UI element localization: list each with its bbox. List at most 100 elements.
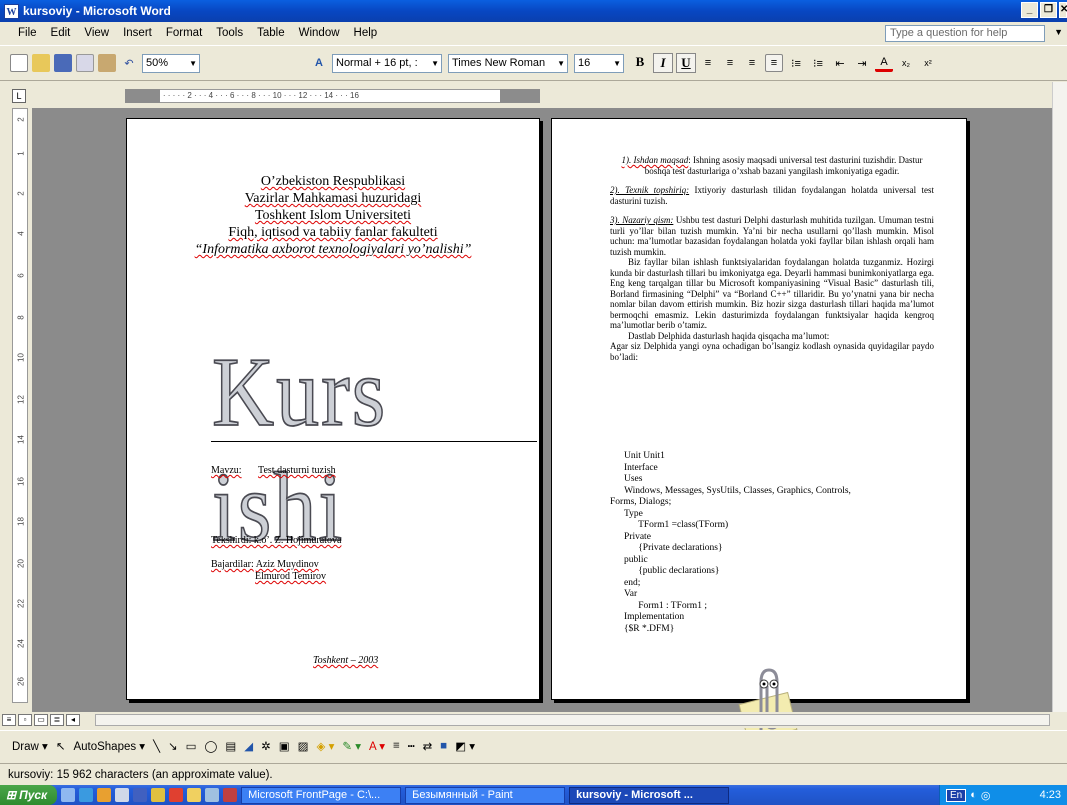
vruler-label: 2 xyxy=(16,191,26,196)
internet-explorer-icon[interactable] xyxy=(79,788,94,802)
font-color-icon[interactable]: A xyxy=(875,54,893,72)
quick-launch-icon[interactable] xyxy=(205,788,220,802)
document-area[interactable]: O’zbekiston Respublikasi Vazirlar Mahkam… xyxy=(32,108,1067,712)
menu-table[interactable]: Table xyxy=(257,27,285,39)
code-line: Implementation xyxy=(624,612,685,622)
undo-icon[interactable]: ↶ xyxy=(120,54,138,72)
menu-insert[interactable]: Insert xyxy=(123,27,152,39)
folder-icon[interactable] xyxy=(187,788,202,802)
frontpage-icon[interactable] xyxy=(133,788,148,802)
language-indicator[interactable]: En xyxy=(946,788,967,802)
quick-launch-icon[interactable] xyxy=(169,788,184,802)
shadow-icon[interactable]: ■ xyxy=(440,740,447,752)
vruler-label: 1 xyxy=(16,151,26,156)
network-icon[interactable]: ◎ xyxy=(981,789,991,802)
ruler-scale[interactable]: 2 · · · 1 · · · · · · 2 · · · 4 · · · 6 … xyxy=(125,89,540,103)
menu-tools[interactable]: Tools xyxy=(216,27,243,39)
arrow-icon[interactable]: ↘ xyxy=(168,739,178,753)
fill-color-icon[interactable]: ◈ ▾ xyxy=(317,739,335,753)
clipart-icon[interactable]: ▣ xyxy=(279,739,290,753)
quick-launch-icon[interactable] xyxy=(151,788,166,802)
dash-style-icon[interactable]: ┅ xyxy=(408,739,415,753)
line-style-icon[interactable]: ≡ xyxy=(393,740,400,752)
picture-icon[interactable]: ▨ xyxy=(298,739,309,753)
menu-file[interactable]: File xyxy=(18,27,37,39)
title-underline xyxy=(211,441,537,442)
rectangle-icon[interactable]: ▭ xyxy=(186,739,197,753)
menu-format[interactable]: Format xyxy=(166,27,202,39)
media-player-icon[interactable] xyxy=(97,788,112,802)
wordart-title[interactable]: Kurs ishi xyxy=(211,334,539,564)
page-1[interactable]: O’zbekiston Respublikasi Vazirlar Mahkam… xyxy=(126,118,540,700)
volume-icon[interactable]: ◐ xyxy=(970,789,977,801)
open-folder-icon[interactable] xyxy=(32,54,50,72)
web-layout-icon[interactable]: ▫ xyxy=(18,714,32,726)
save-icon[interactable] xyxy=(54,54,72,72)
font-size-select[interactable]: 16 ▼ xyxy=(574,53,624,73)
styles-icon[interactable]: A xyxy=(310,54,328,72)
draw-menu-button[interactable]: Draw ▾ xyxy=(12,739,48,753)
line-color-icon[interactable]: ✎ ▾ xyxy=(342,739,361,753)
new-document-icon[interactable] xyxy=(10,54,28,72)
task-frontpage[interactable]: Microsoft FrontPage - C:\... xyxy=(241,786,402,804)
paste-icon[interactable] xyxy=(98,54,116,72)
help-search-input[interactable]: Type a question for help xyxy=(885,25,1045,42)
minimize-button[interactable]: _ xyxy=(1021,2,1038,18)
justify-icon[interactable]: ≡ xyxy=(765,54,783,72)
superscript-icon[interactable]: x² xyxy=(919,54,937,72)
select-objects-icon[interactable]: ↖ xyxy=(56,739,66,753)
decrease-indent-icon[interactable]: ⇤ xyxy=(831,54,849,72)
align-right-icon[interactable]: ≡ xyxy=(743,54,761,72)
align-center-icon[interactable]: ≡ xyxy=(721,54,739,72)
scroll-left-icon[interactable]: ◂ xyxy=(66,714,80,726)
quick-launch-icon[interactable] xyxy=(61,788,76,802)
tab-selector[interactable]: L xyxy=(12,89,26,103)
office-assistant-paperclip-icon[interactable] xyxy=(735,660,801,740)
increase-indent-icon[interactable]: ⇥ xyxy=(853,54,871,72)
page-2[interactable]: 1). Ishdan maqsad: Ishning asosiy maqsad… xyxy=(551,118,967,700)
copy-icon[interactable] xyxy=(76,54,94,72)
restore-button[interactable]: ❐ xyxy=(1040,2,1057,18)
code-line: Private xyxy=(624,531,651,542)
bold-button[interactable]: B xyxy=(630,53,650,73)
horizontal-scrollbar[interactable] xyxy=(95,714,1050,726)
title-bar[interactable]: W kursoviy - Microsoft Word _ ❐ ✕ xyxy=(0,0,1067,22)
zoom-select[interactable]: 50% ▼ xyxy=(142,53,200,73)
menu-help[interactable]: Help xyxy=(354,27,378,39)
diagram-icon[interactable]: ✲ xyxy=(261,739,271,753)
style-select[interactable]: Normal + 16 pt, : ▼ xyxy=(332,53,442,73)
menu-view[interactable]: View xyxy=(84,27,109,39)
wordart-icon[interactable]: ◢ xyxy=(244,739,253,753)
task-paint[interactable]: Безымянный - Paint xyxy=(405,786,566,804)
menu-edit[interactable]: Edit xyxy=(51,27,71,39)
numbering-icon[interactable]: ⁝≡ xyxy=(787,54,805,72)
align-left-icon[interactable]: ≡ xyxy=(699,54,717,72)
quick-launch-icon[interactable] xyxy=(115,788,130,802)
line-icon[interactable]: ╲ xyxy=(153,739,160,753)
italic-button[interactable]: I xyxy=(653,53,673,73)
textbox-icon[interactable]: ▤ xyxy=(225,739,236,753)
bullets-icon[interactable]: ⁝≡ xyxy=(809,54,827,72)
oval-icon[interactable]: ◯ xyxy=(205,739,218,753)
font-select[interactable]: Times New Roman ▼ xyxy=(448,53,568,73)
chevron-down-icon[interactable]: ▼ xyxy=(1054,27,1063,37)
start-button[interactable]: ⊞ Пуск xyxy=(0,785,58,805)
close-button[interactable]: ✕ xyxy=(1059,2,1067,18)
paragraph-goal: 1). Ishdan maqsad: Ishning asosiy maqsad… xyxy=(610,155,934,176)
3d-icon[interactable]: ◩ ▾ xyxy=(455,739,475,753)
normal-view-icon[interactable]: ≡ xyxy=(2,714,16,726)
autoshapes-menu-button[interactable]: AutoShapes ▾ xyxy=(73,739,145,753)
menu-window[interactable]: Window xyxy=(299,27,340,39)
vertical-scrollbar[interactable] xyxy=(1052,82,1067,712)
task-word[interactable]: kursoviy - Microsoft ... xyxy=(569,786,730,804)
print-layout-icon[interactable]: ▭ xyxy=(34,714,48,726)
font-color-draw-icon[interactable]: A ▾ xyxy=(369,739,385,753)
arrow-style-icon[interactable]: ⇄ xyxy=(423,739,433,753)
underline-button[interactable]: U xyxy=(676,53,696,73)
outline-view-icon[interactable]: ≣ xyxy=(50,714,64,726)
quick-launch-icon[interactable] xyxy=(223,788,238,802)
topic-line: Mavzu: Test dasturni tuzish xyxy=(211,465,336,477)
code-line: {public declarations} xyxy=(624,566,720,576)
vertical-ruler[interactable]: 2 1 2 4 6 8 10 12 14 16 18 20 22 24 26 xyxy=(12,108,28,703)
subscript-icon[interactable]: x₂ xyxy=(897,54,915,72)
